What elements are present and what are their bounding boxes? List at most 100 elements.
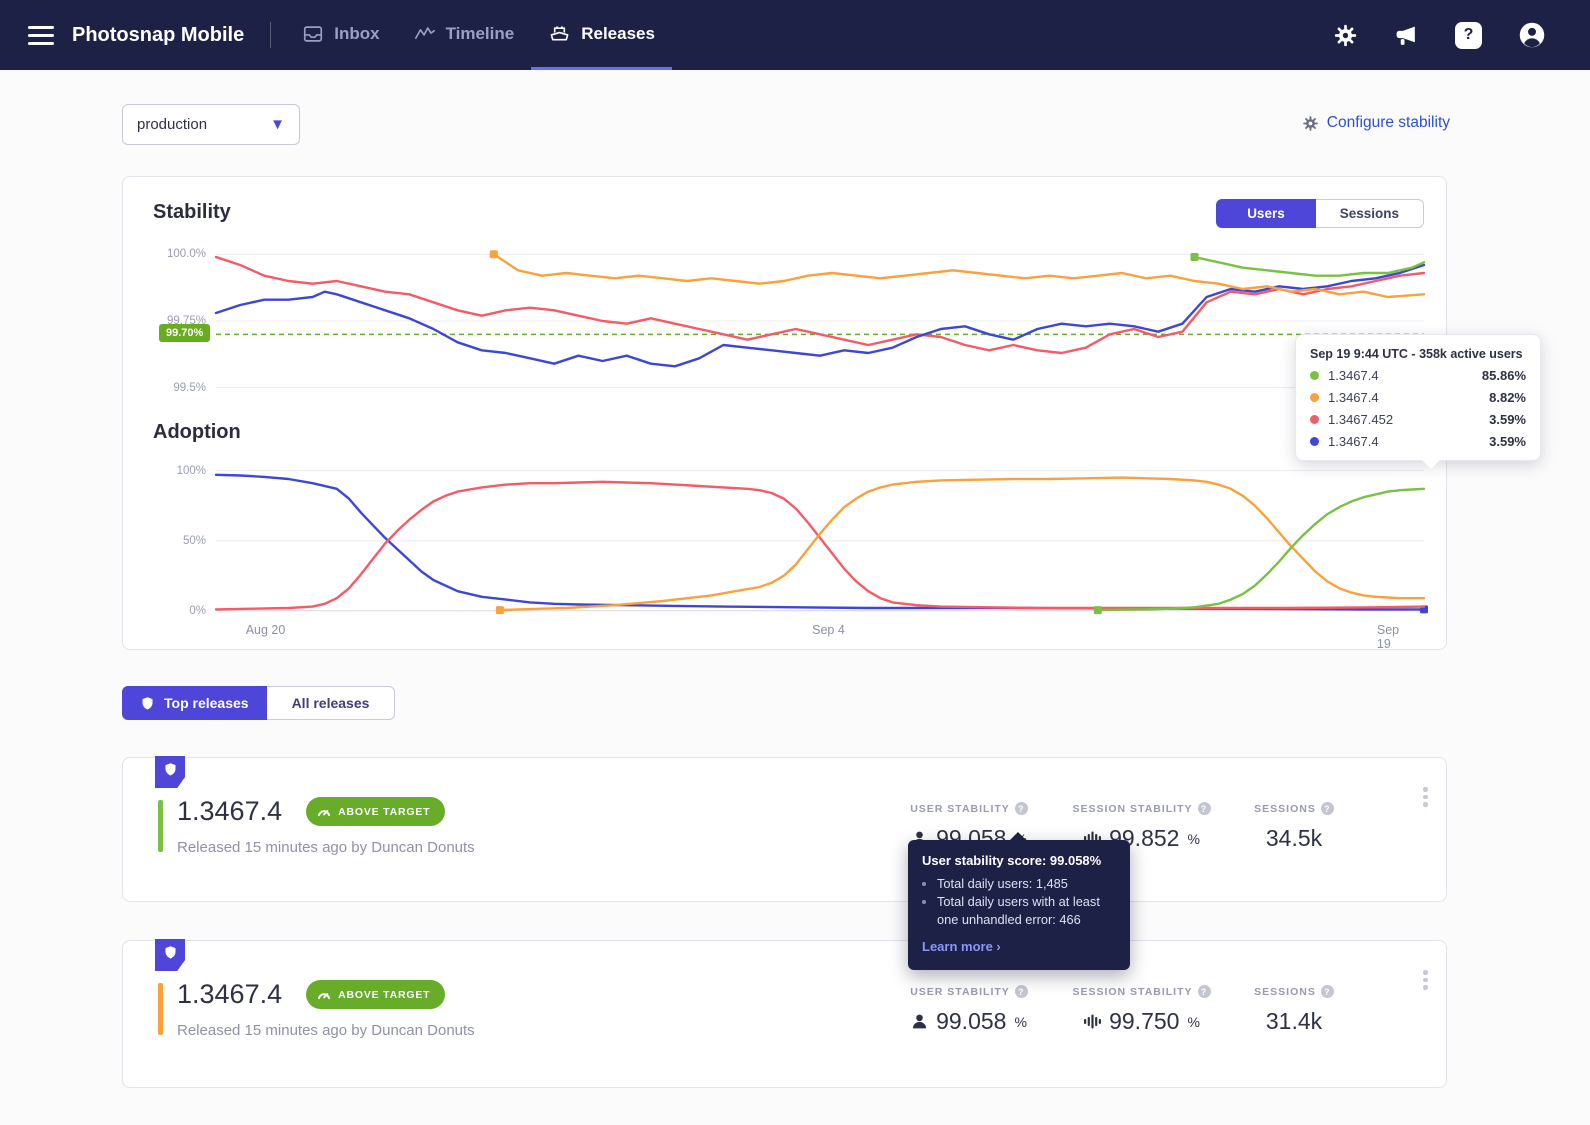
- environment-value: production: [137, 116, 208, 133]
- user-stability-stat: USER STABILITY ? 99.058 %: [889, 985, 1049, 1035]
- app-root: Photosnap Mobile Inbox Timeline Releases…: [0, 0, 1590, 1125]
- stat-unit: %: [1187, 830, 1200, 847]
- more-options-button[interactable]: [1419, 783, 1432, 811]
- tab-top-releases[interactable]: Top releases: [122, 686, 267, 720]
- stat-label: SESSION STABILITY: [1072, 802, 1193, 815]
- hamburger-menu-icon[interactable]: [28, 0, 54, 70]
- adoption-plot[interactable]: [214, 465, 1428, 615]
- nav-item-label: Inbox: [334, 23, 380, 43]
- stability-chart[interactable]: 100.0% 99.75% 99.5% 99.70%: [153, 241, 1426, 401]
- nav-item-releases[interactable]: Releases: [531, 0, 672, 70]
- chart-tooltip: Sep 19 9:44 UTC - 358k active users 1.34…: [1295, 334, 1541, 469]
- shield-icon: [165, 763, 175, 776]
- stability-card: Stability Users Sessions 100.0% 99.75% 99.…: [122, 176, 1447, 651]
- y-tick-label: 99.5%: [173, 381, 206, 394]
- above-target-label: ABOVE TARGET: [338, 988, 431, 1001]
- gauge-icon: [318, 993, 331, 1000]
- stability-title: Stability: [153, 201, 231, 223]
- user-stability-tooltip: User stability score: 99.058% Total dail…: [908, 832, 1130, 970]
- tooltip-bullet: Total daily users: 1,485: [937, 875, 1116, 893]
- adoption-title: Adoption: [153, 421, 241, 443]
- release-accent-bar: [158, 983, 163, 1035]
- nav-item-label: Timeline: [445, 23, 515, 43]
- series-version: 1.3467.452: [1328, 412, 1394, 427]
- series-value: 85.86%: [1481, 368, 1526, 383]
- stat-unit: %: [1187, 1013, 1200, 1030]
- announcements-button[interactable]: [1394, 23, 1419, 48]
- series-dot: [1310, 393, 1319, 402]
- help-icon[interactable]: ?: [1014, 985, 1028, 998]
- help-icon[interactable]: ?: [1320, 802, 1334, 815]
- help-icon[interactable]: ?: [1320, 985, 1334, 998]
- timeline-icon: [414, 26, 435, 39]
- release-card: 1.3467.4 ABOVE TARGET Released 15 minute…: [122, 756, 1447, 902]
- ship-icon: [550, 26, 569, 41]
- user-avatar[interactable]: [1518, 21, 1546, 49]
- learn-more-link[interactable]: Learn more ›: [922, 939, 1001, 954]
- tab-label: Top releases: [164, 695, 249, 711]
- x-tick-label: Aug 20: [245, 623, 286, 637]
- release-flag-badge: [155, 756, 185, 788]
- release-card: 1.3467.4 ABOVE TARGET Released 15 minute…: [122, 939, 1447, 1088]
- shield-icon: [142, 696, 153, 709]
- release-version[interactable]: 1.3467.4: [177, 979, 282, 1010]
- release-stats: USER STABILITY ? 99.058 % SESSION STABIL…: [889, 985, 1354, 1035]
- help-button[interactable]: ?: [1455, 21, 1482, 49]
- stability-y-axis: 100.0% 99.75% 99.5%: [153, 241, 216, 401]
- nav-item-inbox[interactable]: Inbox: [285, 0, 396, 70]
- stability-plot[interactable]: [214, 241, 1426, 401]
- tab-all-releases[interactable]: All releases: [266, 686, 396, 720]
- help-icon[interactable]: ?: [1014, 802, 1028, 815]
- y-tick-label: 50%: [182, 534, 206, 547]
- top-navbar: Photosnap Mobile Inbox Timeline Releases…: [0, 0, 1590, 70]
- gear-icon: [1334, 24, 1357, 46]
- stat-label: SESSION STABILITY: [1072, 985, 1193, 998]
- series-version: 1.3467.4: [1328, 390, 1379, 405]
- more-options-button[interactable]: [1419, 966, 1432, 994]
- stat-value: 34.5k: [1265, 825, 1323, 851]
- nav-item-timeline[interactable]: Timeline: [397, 0, 532, 70]
- series-dot: [1310, 437, 1319, 446]
- releases-tabs: Top releases All releases: [122, 686, 396, 720]
- stat-label: USER STABILITY: [910, 985, 1010, 998]
- release-flag-badge: [155, 939, 185, 971]
- sessions-toggle-button[interactable]: Sessions: [1315, 199, 1424, 228]
- adoption-y-axis: 100% 50% 0%: [153, 464, 216, 617]
- settings-button[interactable]: [1333, 23, 1358, 48]
- sessions-stat: SESSIONS ? 34.5k: [1234, 802, 1354, 852]
- users-toggle-button[interactable]: Users: [1216, 199, 1316, 228]
- nav-item-label: Releases: [581, 23, 655, 43]
- app-title: Photosnap Mobile: [72, 23, 245, 46]
- environment-dropdown[interactable]: production ▼: [122, 104, 300, 145]
- tooltip-series-row: 1.3467.4 8.82%: [1310, 390, 1526, 405]
- stat-label: USER STABILITY: [910, 802, 1010, 815]
- help-icon[interactable]: ?: [1197, 802, 1211, 815]
- chart-tooltip-title: Sep 19 9:44 UTC - 358k active users: [1310, 347, 1523, 361]
- navbar-actions: ?: [1333, 0, 1590, 70]
- series-version: 1.3467.4: [1328, 368, 1379, 383]
- tooltip-arrow: [1422, 460, 1440, 469]
- help-icon[interactable]: ?: [1197, 985, 1211, 998]
- release-main: 1.3467.4 ABOVE TARGET Released 15 minute…: [177, 796, 475, 856]
- series-dot: [1310, 415, 1319, 424]
- tooltip-title: User stability score: 99.058%: [922, 853, 1102, 868]
- stat-value: 99.750: [1109, 1008, 1180, 1034]
- gear-icon: [1303, 115, 1318, 131]
- stat-value: 99.058: [936, 1008, 1007, 1034]
- y-tick-label: 100%: [176, 464, 206, 477]
- chevron-down-icon: ▼: [270, 116, 285, 133]
- sessions-stat: SESSIONS ? 31.4k: [1234, 985, 1354, 1035]
- gauge-icon: [318, 810, 331, 817]
- stat-value: 31.4k: [1265, 1008, 1323, 1034]
- series-value: 8.82%: [1489, 390, 1526, 405]
- release-accent-bar: [158, 800, 163, 852]
- tooltip-bullet: Total daily users with at least one unha…: [937, 893, 1116, 929]
- adoption-chart[interactable]: 100% 50% 0% Aug 20 Sep 4 Sep 19: [153, 464, 1428, 651]
- release-meta: Released 15 minutes ago by Duncan Donuts: [177, 1022, 475, 1039]
- stability-target-badge: 99.70%: [159, 324, 211, 343]
- configure-stability-link[interactable]: Configure stability: [1302, 114, 1450, 132]
- release-version[interactable]: 1.3467.4: [177, 796, 282, 827]
- shield-icon: [165, 946, 175, 959]
- series-value: 3.59%: [1489, 434, 1526, 449]
- stat-label: SESSIONS: [1254, 985, 1316, 998]
